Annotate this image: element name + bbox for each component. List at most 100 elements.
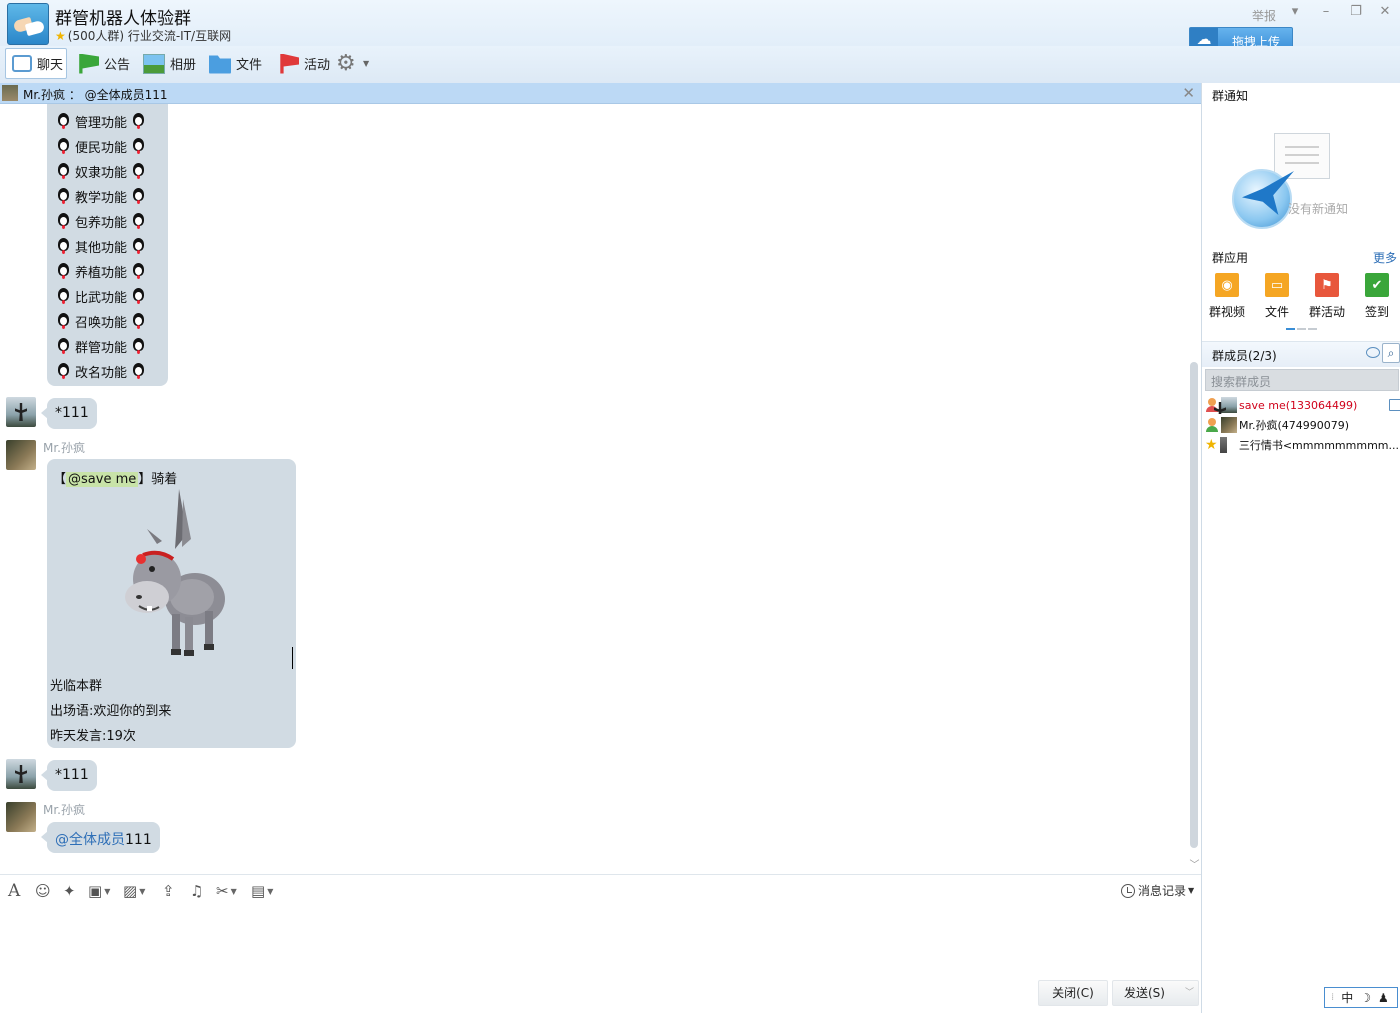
member-search-input[interactable]: 搜索群成员 [1205,369,1399,391]
message-bubble: @全体成员111 [41,822,160,853]
notice-header: 群通知 [1212,89,1249,103]
message-bubble: *111 [41,760,97,791]
list-item: 其他功能 [57,236,145,256]
penguin-icon [57,287,70,305]
penguin-icon [132,212,145,230]
scissors-icon[interactable]: ✂ ▼ [216,882,237,900]
star-icon: ★ [55,29,66,43]
moon-icon[interactable]: ☽ [1360,991,1371,1005]
chevron-down-icon[interactable]: ﹀ [1185,981,1194,1005]
penguin-icon [57,312,70,330]
message-text: 出场语:欢迎你的到来 [50,704,172,719]
restore-icon[interactable]: ❐ [1345,4,1367,22]
star-icon: ★ [1205,437,1218,453]
settings-menu[interactable]: ⚙ ▼ [336,48,369,79]
music-icon[interactable]: ♫ [190,882,203,900]
right-panel: 群通知 没有新通知 群应用 更多 ◉ 群视频 ▭ 文件 ⚑ 群活动 ✔ 签到 群… [1201,83,1400,1013]
tab-files[interactable]: 文件 [209,48,262,79]
tab-activity[interactable]: 活动 [277,48,330,79]
donkey-image [125,489,225,656]
announcement-bar[interactable]: Mr.孙疯 ： @全体成员111 ✕ [0,83,1201,104]
emoji-icon[interactable]: ☺ [35,882,51,900]
tab-announcement[interactable]: 公告 [77,48,130,79]
upload-icon[interactable]: ⇪ [162,882,175,900]
member-item[interactable]: ★ 三行情书<mmmmmmmmm... [1205,436,1399,454]
page-indicator[interactable] [1286,328,1317,330]
list-item: 奴隶功能 [57,161,145,181]
message-input-area[interactable]: A ☺ ✦ ▣ ▼ ▨ ▼ ⇪ ♫ ✂ ▼ ▤ ▼ 消息记录 ▼ 关闭(C) 发送(S)… [0,874,1201,1013]
penguin-icon [132,312,145,330]
avatar[interactable] [6,802,36,832]
more-tools-icon[interactable]: ▤ ▼ [251,882,274,900]
mention-all[interactable]: @全体成员 [55,832,125,848]
close-button[interactable]: 关闭(C) [1038,980,1108,1006]
chevron-down-icon: ▼ [267,886,274,896]
ime-status-bar[interactable]: ⁞ 中 ☽ ♟ [1324,987,1398,1008]
chat-scrollbar[interactable]: ﹀ [1188,104,1201,874]
avatar[interactable] [6,397,36,427]
chevron-down-icon: ▼ [363,59,370,68]
close-icon[interactable]: ✕ [1374,4,1396,22]
dropdown-icon[interactable]: ▾ [1284,4,1306,22]
avatar [2,85,18,101]
tab-chat[interactable]: 聊天 [5,48,67,79]
list-item: 比武功能 [57,286,145,306]
members-header: 群成员(2/3) ⌕ [1202,341,1400,367]
grip-icon: ⁞ [1331,992,1335,1003]
message-bubble: 【@save me 】骑着 光临本群 出场语:欢迎你的到来 昨天发言:19次 [47,459,296,748]
sender-name[interactable]: Mr.孙疯 [43,801,85,818]
tab-album[interactable]: 相册 [143,48,196,79]
list-item: 管理功能 [57,111,145,131]
penguin-icon [57,162,70,180]
avatar[interactable] [6,759,36,789]
app-check-in[interactable]: ✔ 签到 [1357,273,1397,320]
font-icon[interactable]: A [8,881,20,901]
checkmark-icon: ✔ [1365,273,1389,297]
board-icon [1274,133,1330,179]
video-icon: ◉ [1215,273,1239,297]
toolbar: 聊天 公告 相册 文件 活动 ⚙ ▼ [0,46,1400,83]
penguin-icon [132,362,145,380]
image-icon[interactable]: ▨ ▼ [123,882,145,900]
app-group-activity[interactable]: ⚑ 群活动 [1307,273,1347,320]
magic-wand-icon[interactable]: ✦ [63,882,76,900]
send-button[interactable]: 发送(S) ﹀ [1112,980,1199,1006]
app-group-video[interactable]: ◉ 群视频 [1207,273,1247,320]
clock-icon [1121,883,1135,898]
announcement-text: Mr.孙疯 ： @全体成员111 [23,88,168,102]
chat-bubble-icon[interactable] [1366,347,1380,358]
member-item[interactable]: save me(133064499) [1205,396,1399,414]
sender-name[interactable]: Mr.孙疯 [43,439,85,456]
gif-icon[interactable]: ▣ ▼ [88,882,110,900]
text-cursor [292,647,293,669]
chevron-down-icon[interactable]: ﹀ [1188,856,1201,871]
edit-icon[interactable] [1389,399,1400,411]
penguin-icon [57,212,70,230]
app-files[interactable]: ▭ 文件 [1257,273,1297,320]
close-icon[interactable]: ✕ [1182,84,1195,102]
avatar[interactable] [6,440,36,470]
message-history-button[interactable]: 消息记录 ▼ [1121,882,1194,899]
chat-history[interactable]: 管理功能 便民功能 奴隶功能 教学功能 包养功能 其他功能 养植功能 比武功能 … [0,104,1201,874]
list-item: 教学功能 [57,186,145,206]
penguin-icon [57,187,70,205]
scroll-thumb[interactable] [1190,362,1198,848]
more-link[interactable]: 更多 [1373,249,1397,266]
report-button[interactable]: 举报 [1252,7,1276,24]
member-item[interactable]: Mr.孙疯(474990079) [1205,416,1399,434]
avatar [1219,437,1227,453]
minimize-icon[interactable]: – [1315,4,1337,22]
flag-icon [79,53,99,74]
activity-icon: ⚑ [1315,273,1339,297]
chevron-down-icon: ▼ [230,886,237,896]
message-text: 光临本群 [50,679,103,694]
search-icon[interactable]: ⌕ [1382,343,1400,363]
penguin-icon [132,137,145,155]
group-avatar[interactable] [7,3,49,45]
message-text: 【@save me 】骑着 [53,472,178,487]
person-icon [1205,418,1219,432]
user-icon[interactable]: ♟ [1378,991,1389,1005]
list-item: 便民功能 [57,136,145,156]
list-item: 包养功能 [57,211,145,231]
mention[interactable]: @save me [66,472,139,487]
